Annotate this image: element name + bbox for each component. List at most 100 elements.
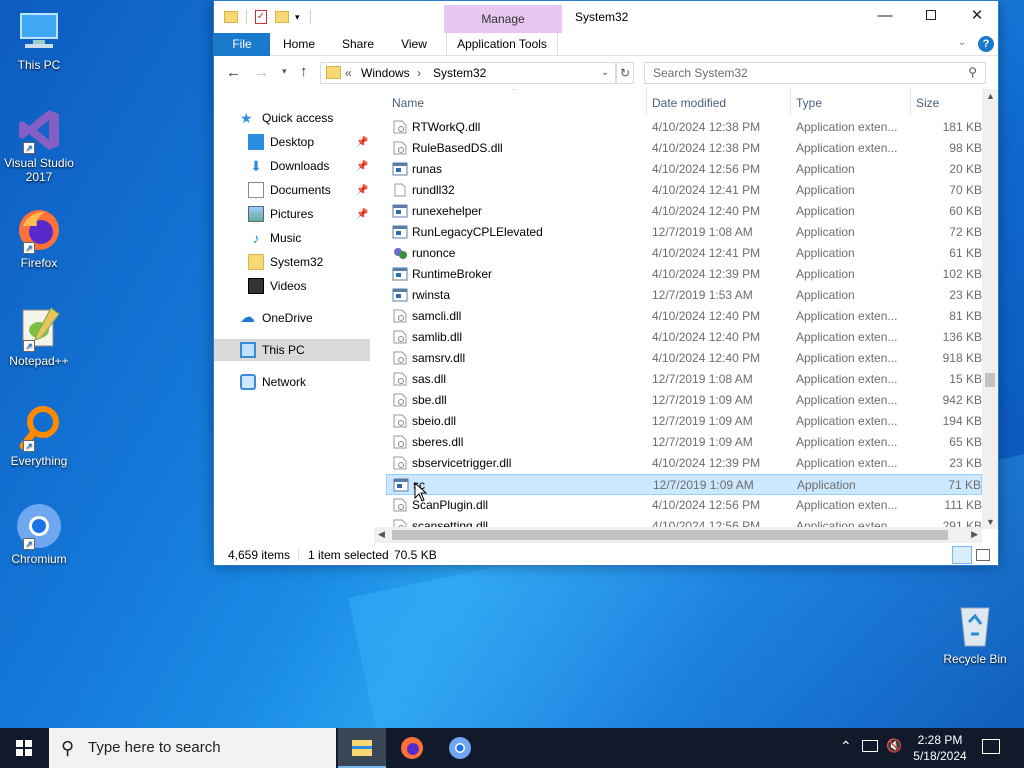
nav-videos[interactable]: Videos	[248, 275, 306, 297]
start-button[interactable]	[0, 728, 48, 768]
nav-onedrive[interactable]: ☁ OneDrive	[240, 307, 313, 329]
nav-network[interactable]: Network	[240, 371, 306, 393]
new-folder-icon[interactable]	[275, 11, 289, 23]
pin-icon[interactable]: 📌	[356, 185, 368, 196]
table-row[interactable]: sberes.dll 12/7/2019 1:09 AM Application e…	[386, 432, 982, 453]
volume-muted-icon[interactable]: 🔇	[886, 738, 902, 754]
desktop-icon-recycle-bin[interactable]: Recycle Bin	[936, 602, 1014, 666]
title-bar[interactable]: ✓ ▾ Manage System32 — ✕	[214, 1, 998, 33]
back-arrow-icon[interactable]: ←	[226, 64, 241, 81]
taskbar-search-input[interactable]: Type here to search	[88, 728, 221, 768]
minimize-button[interactable]: —	[862, 1, 908, 31]
table-row[interactable]: RTWorkQ.dll 4/10/2024 12:38 PM Application…	[386, 117, 982, 138]
column-divider[interactable]	[790, 89, 791, 117]
file-name: samsrv.dll	[412, 351, 466, 365]
nav-downloads[interactable]: ⬇ Downloads	[248, 155, 329, 177]
table-row[interactable]: sbservicetrigger.dll 4/10/2024 12:39 PM Ap…	[386, 453, 982, 474]
nav-this-pc[interactable]: This PC	[214, 339, 370, 361]
column-header-name[interactable]: Name	[392, 89, 424, 117]
pin-icon[interactable]: 📌	[356, 137, 368, 148]
notifications-icon[interactable]	[982, 739, 1000, 754]
file-name: RTWorkQ.dll	[412, 120, 481, 134]
search-input[interactable]: Search System32	[653, 66, 748, 80]
column-header-type[interactable]: Type	[796, 89, 822, 117]
chevron-down-icon[interactable]: ▾	[295, 12, 300, 23]
table-row[interactable]: samsrv.dll 4/10/2024 12:40 PM Application …	[386, 348, 982, 369]
refresh-button[interactable]: ↻	[616, 62, 634, 84]
desktop-icon-label: This PC	[17, 58, 61, 72]
desktop-icon-everything[interactable]: ↗ Everything	[0, 404, 78, 468]
table-row[interactable]: runas 4/10/2024 12:56 PM Application 20 KB	[386, 159, 982, 180]
scroll-down-icon[interactable]: ▼	[986, 517, 995, 527]
taskbar-file-explorer[interactable]	[338, 728, 386, 768]
nav-documents[interactable]: Documents	[248, 179, 331, 201]
horizontal-scrollbar[interactable]: ◀ ▶	[374, 527, 982, 543]
tab-file[interactable]: File	[214, 33, 270, 56]
search-box[interactable]: Search System32 ⚲	[644, 62, 986, 84]
nav-pictures[interactable]: Pictures	[248, 203, 313, 225]
scroll-up-icon[interactable]: ▲	[986, 91, 995, 101]
table-row[interactable]: ScanPlugin.dll 4/10/2024 12:56 PM Applicat…	[386, 495, 982, 516]
properties-icon[interactable]: ✓	[255, 10, 267, 24]
close-button[interactable]: ✕	[954, 1, 1000, 31]
taskbar-chromium[interactable]	[436, 728, 484, 768]
network-status-icon[interactable]	[862, 740, 878, 752]
table-row[interactable]: sbeio.dll 12/7/2019 1:09 AM Application ex…	[386, 411, 982, 432]
column-divider[interactable]	[910, 89, 911, 117]
table-row[interactable]: sas.dll 12/7/2019 1:08 AM Application exte…	[386, 369, 982, 390]
table-row[interactable]: samcli.dll 4/10/2024 12:40 PM Application …	[386, 306, 982, 327]
scroll-right-icon[interactable]: ▶	[971, 529, 978, 540]
table-row[interactable]: RuntimeBroker 4/10/2024 12:39 PM Applicati…	[386, 264, 982, 285]
pin-icon[interactable]: 📌	[356, 209, 368, 220]
tab-share[interactable]: Share	[336, 33, 380, 56]
tab-view[interactable]: View	[394, 33, 434, 56]
manage-contextual-tab[interactable]: Manage	[444, 5, 562, 33]
table-row[interactable]: runexehelper 4/10/2024 12:40 PM Applicatio…	[386, 201, 982, 222]
taskbar-search-box[interactable]: ⚲ Type here to search	[49, 728, 336, 768]
tab-application-tools[interactable]: Application Tools	[446, 33, 558, 56]
scroll-thumb[interactable]	[985, 373, 995, 387]
folder-icon[interactable]	[224, 11, 238, 23]
details-view-icon[interactable]	[952, 546, 972, 564]
nav-music[interactable]: ♪ Music	[248, 227, 302, 249]
expand-ribbon-icon[interactable]: ⌄	[958, 37, 966, 48]
column-header-size[interactable]: Size	[916, 89, 939, 117]
taskbar-firefox[interactable]	[388, 728, 436, 768]
nav-quick-access[interactable]: ★ Quick access	[240, 107, 333, 129]
maximize-button[interactable]	[908, 1, 954, 31]
table-row[interactable]: samlib.dll 4/10/2024 12:40 PM Application …	[386, 327, 982, 348]
tab-home[interactable]: Home	[276, 33, 322, 56]
scroll-thumb[interactable]	[392, 530, 948, 540]
help-icon[interactable]: ?	[978, 36, 994, 52]
breadcrumb-windows[interactable]: Windows	[361, 66, 410, 80]
breadcrumb-overflow[interactable]: «	[345, 66, 352, 80]
table-row[interactable]: runonce 4/10/2024 12:41 PM Application 61 K…	[386, 243, 982, 264]
clock[interactable]: 2:28 PM 5/18/2024	[912, 732, 968, 764]
desktop-icon-this-pc[interactable]: This PC	[0, 8, 78, 72]
table-row[interactable]: sbe.dll 12/7/2019 1:09 AM Application exte…	[386, 390, 982, 411]
vertical-scrollbar[interactable]: ▲ ▼	[982, 89, 998, 529]
up-arrow-icon[interactable]: ↑	[300, 63, 308, 80]
desktop-icon-firefox[interactable]: ↗ Firefox	[0, 206, 78, 270]
column-header-date[interactable]: Date modified	[652, 89, 726, 117]
nav-system32[interactable]: System32	[248, 251, 323, 273]
recent-locations-chevron-icon[interactable]: ▾	[282, 66, 287, 77]
table-row[interactable]: rwinsta 12/7/2019 1:53 AM Application 23 KB	[386, 285, 982, 306]
breadcrumb-system32[interactable]: System32	[433, 66, 486, 80]
table-row[interactable]: RuleBasedDS.dll 4/10/2024 12:38 PM Applica…	[386, 138, 982, 159]
scroll-left-icon[interactable]: ◀	[378, 529, 385, 540]
table-row[interactable]: RunLegacyCPLElevated 12/7/2019 1:08 AM App…	[386, 222, 982, 243]
desktop-icon-chromium[interactable]: ↗ Chromium	[0, 502, 78, 566]
desktop-icon-notepadpp[interactable]: ↗ Notepad++	[0, 304, 78, 368]
table-row[interactable]: rundll32 4/10/2024 12:41 PM Application 70 …	[386, 180, 982, 201]
table-row[interactable]: sc 12/7/2019 1:09 AM Application 71 KB	[386, 474, 982, 495]
pin-icon[interactable]: 📌	[356, 161, 368, 172]
address-bar[interactable]: « Windows › System32 ⌄	[320, 62, 616, 84]
nav-desktop[interactable]: Desktop	[248, 131, 314, 153]
desktop-icon-visual-studio[interactable]: ↗ Visual Studio 2017	[0, 106, 78, 184]
large-icons-view-icon[interactable]	[976, 549, 990, 561]
chevron-up-icon[interactable]: ⌃	[840, 738, 852, 755]
column-divider[interactable]	[646, 89, 647, 117]
chevron-down-icon[interactable]: ⌄	[601, 67, 609, 78]
forward-arrow-icon[interactable]: →	[254, 64, 269, 81]
